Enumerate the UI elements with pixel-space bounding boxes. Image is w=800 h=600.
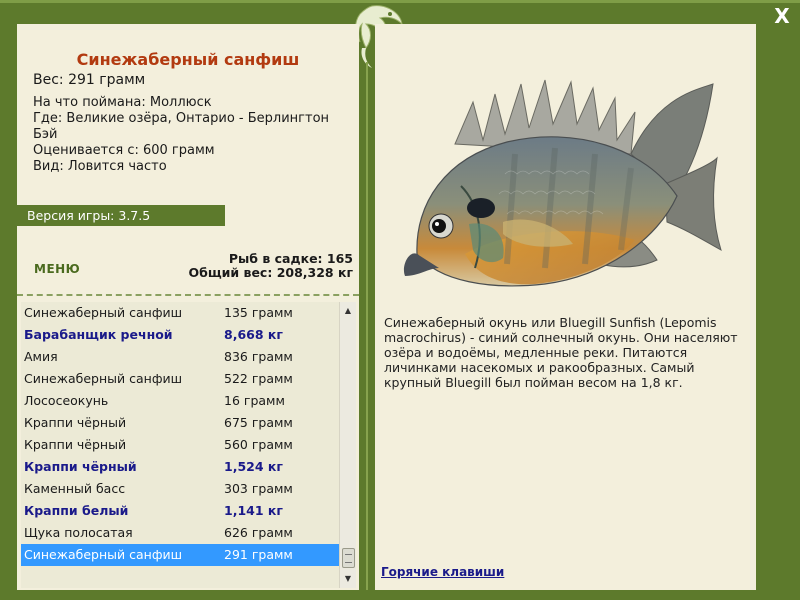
fish-weight: Вес: 291 грамм [33,72,146,88]
catch-fish-weight: 675 грамм [224,415,293,430]
catch-list-item[interactable]: Каменный басс 303 грамм [21,478,339,500]
close-button[interactable]: X [768,4,796,28]
catch-list-item[interactable]: Краппи чёрный 675 грамм [21,412,339,434]
fish-picture-panel: Синежаберный окунь или Bluegill Sunfish … [375,24,756,590]
catch-list[interactable]: Синежаберный санфиш 135 грамм Барабанщик р… [21,302,339,588]
scrollbar[interactable]: ▲ ▼ [339,302,356,588]
catch-fish-name: Амия [24,349,58,364]
catch-fish-weight: 560 грамм [224,437,293,452]
catch-fish-name: Краппи белый [24,503,129,518]
catch-fish-name: Синежаберный санфиш [24,371,183,386]
catch-fish-name: Краппи чёрный [24,437,127,452]
arrow-up-icon[interactable]: ▲ [340,303,356,319]
species-info: Вид: Ловится часто [33,159,167,174]
catch-fish-weight: 8,668 кг [224,327,283,342]
catch-list-item[interactable]: Лососеокунь 16 грамм [21,390,339,412]
arrow-down-icon[interactable]: ▼ [340,571,356,587]
fish-info-panel: Синежаберный санфиш Вес: 291 грамм На чт… [17,24,359,590]
catch-fish-weight: 135 грамм [224,305,293,320]
catch-list-item[interactable]: Амия 836 грамм [21,346,339,368]
game-version: Версия игры: 3.7.5 [17,205,225,226]
catch-fish-weight: 626 грамм [224,525,293,540]
catch-fish-weight: 1,524 кг [224,459,283,474]
total-weight: Общий вес: 208,328 кг [188,265,354,280]
location-info: Где: Великие озёра, Онтарио - Берлингтон… [33,111,330,142]
catch-fish-name: Каменный басс [24,481,126,496]
catch-fish-weight: 303 грамм [224,481,293,496]
catch-list-item[interactable]: Синежаберный санфиш 522 грамм [21,368,339,390]
catch-fish-weight: 16 грамм [224,393,285,408]
catch-fish-name: Щука полосатая [24,525,133,540]
keepnet-stats: Рыб в садке: 165 Общий вес: 208,328 кг [189,252,354,280]
catch-fish-name: Синежаберный санфиш [24,547,183,562]
fish-count: Рыб в садке: 165 [228,251,353,266]
catch-list-item[interactable]: Синежаберный санфиш 291 грамм [21,544,339,566]
catch-fish-name: Лососеокунь [24,393,109,408]
scrollbar-thumb[interactable] [342,548,355,568]
panel-divider [366,62,368,590]
value-info: Оценивается с: 600 грамм [33,143,215,158]
catch-list-item[interactable]: Барабанщик речной 8,668 кг [21,324,339,346]
fish-title: Синежаберный санфиш [76,50,300,69]
catch-list-item[interactable]: Синежаберный санфиш 135 грамм [21,302,339,324]
catch-fish-weight: 522 грамм [224,371,293,386]
menu-button[interactable]: МЕНЮ [34,262,80,276]
fish-image [403,79,722,287]
catch-list-item[interactable]: Краппи белый 1,141 кг [21,500,339,522]
dashed-divider [17,294,359,296]
catch-fish-weight: 291 грамм [224,547,293,562]
catch-list-item[interactable]: Краппи чёрный 560 грамм [21,434,339,456]
catch-fish-name: Барабанщик речной [24,327,173,342]
catch-fish-weight: 1,141 кг [224,503,283,518]
fish-description: Синежаберный окунь или Bluegill Sunfish … [384,315,738,390]
close-icon: X [774,4,790,28]
catch-fish-name: Краппи чёрный [24,459,137,474]
catch-fish-name: Синежаберный санфиш [24,305,183,320]
catch-list-item[interactable]: Краппи чёрный 1,524 кг [21,456,339,478]
hotkeys-link[interactable]: Горячие клавиши [381,565,504,579]
catch-list-item[interactable]: Щука полосатая 626 грамм [21,522,339,544]
catch-fish-name: Краппи чёрный [24,415,127,430]
catch-fish-weight: 836 грамм [224,349,293,364]
fish-details: На что поймана: Моллюск Где: Великие озё… [33,95,353,175]
bait-info: На что поймана: Моллюск [33,95,212,110]
